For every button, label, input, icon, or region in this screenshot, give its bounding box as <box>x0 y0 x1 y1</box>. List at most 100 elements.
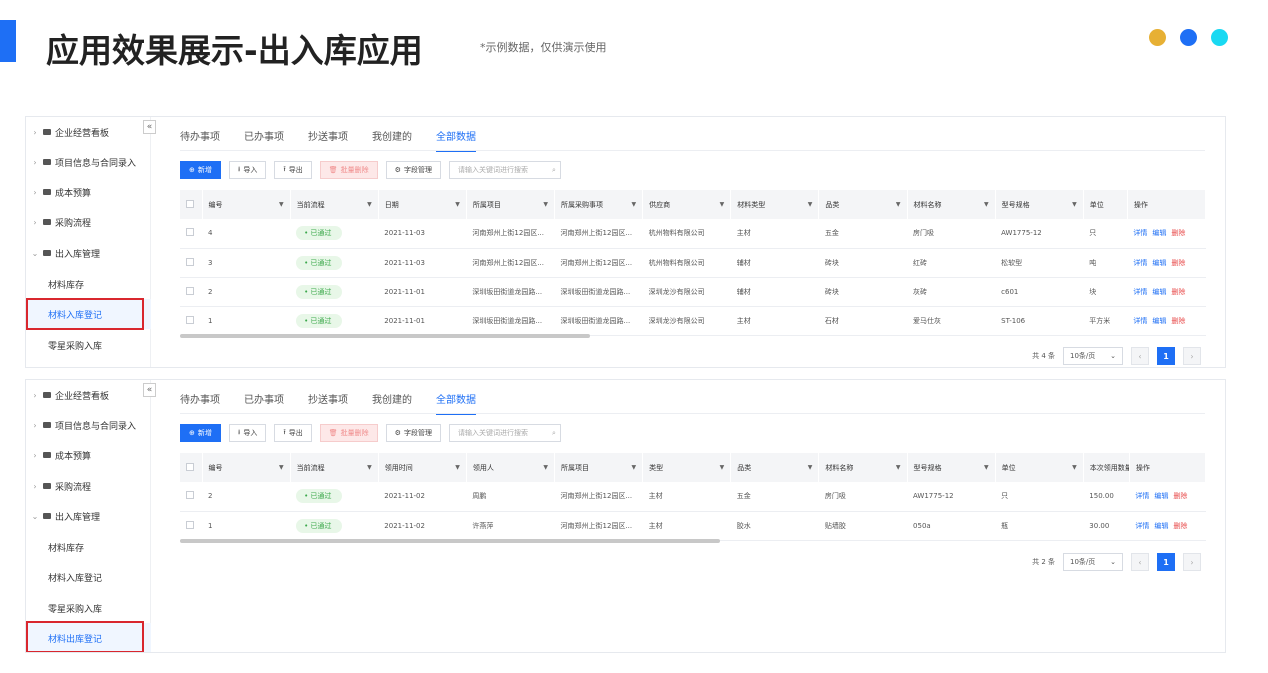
add-button[interactable]: ⊕ 新增 <box>180 424 221 442</box>
col-header[interactable]: 类型 ▼ <box>642 453 732 482</box>
tab-mine[interactable]: 我创建的 <box>372 125 412 152</box>
col-header[interactable]: 当前流程 ▼ <box>290 453 379 482</box>
sidebar-item-cost-budget[interactable]: › 成本预算 <box>26 440 151 470</box>
sidebar-item-dashboard[interactable]: › 企业经营看板 <box>26 117 151 147</box>
tab-all[interactable]: 全部数据 <box>436 388 476 415</box>
edit-link[interactable]: 编辑 <box>1152 229 1166 237</box>
col-header[interactable]: 本次领用数量 <box>1083 453 1130 482</box>
sidebar-item-warehouse[interactable]: ⌄ 出入库管理 <box>26 238 151 268</box>
col-header[interactable]: 单位 ▼ <box>995 453 1084 482</box>
delete-link[interactable]: 删除 <box>1171 317 1185 325</box>
edit-link[interactable]: 编辑 <box>1152 288 1166 296</box>
delete-link[interactable]: 删除 <box>1173 492 1187 500</box>
sidebar-item-cost-budget[interactable]: › 成本预算 <box>26 177 151 207</box>
batch-delete-button[interactable]: 🗑 批量删除 <box>319 161 378 179</box>
detail-link[interactable]: 详情 <box>1135 492 1149 500</box>
col-header[interactable]: 材料名称 ▼ <box>907 190 996 219</box>
col-header[interactable]: 所属项目 ▼ <box>466 190 556 219</box>
edit-link[interactable]: 编辑 <box>1154 492 1168 500</box>
detail-link[interactable]: 详情 <box>1133 317 1147 325</box>
page-size-select[interactable]: 10条/页 ⌄ <box>1063 347 1123 365</box>
col-header[interactable]: 编号 ▼ <box>202 190 291 219</box>
field-manage-button[interactable]: ⚙ 字段管理 <box>385 161 441 179</box>
field-manage-button[interactable]: ⚙ 字段管理 <box>385 424 441 442</box>
table-row[interactable]: 2 • 已通过 2021-11-02 周鹏 河南郑州上街12园区... 主材 五… <box>180 482 1206 512</box>
row-checkbox[interactable] <box>180 306 203 336</box>
detail-link[interactable]: 详情 <box>1133 259 1147 267</box>
add-button[interactable]: ⊕ 新增 <box>180 161 221 179</box>
col-header[interactable]: 单位 <box>1083 190 1128 219</box>
sidebar-item-dashboard[interactable]: › 企业经营看板 <box>26 380 151 410</box>
edit-link[interactable]: 编辑 <box>1152 259 1166 267</box>
sidebar-item-project-contract[interactable]: › 项目信息与合同录入 <box>26 147 151 177</box>
table-row[interactable]: 4 • 已通过 2021-11-03 河南郑州上街12园区... 河南郑州上街1… <box>180 219 1206 249</box>
col-header[interactable]: 供应商 ▼ <box>642 190 732 219</box>
detail-link[interactable]: 详情 <box>1133 229 1147 237</box>
export-button[interactable]: ⭱ 导出 <box>274 424 312 442</box>
tab-done[interactable]: 已办事项 <box>244 388 284 415</box>
sidebar-item-sporadic[interactable]: 零星采购入库 <box>26 330 151 360</box>
col-header[interactable]: 品类 ▼ <box>818 190 908 219</box>
tab-done[interactable]: 已办事项 <box>244 125 284 152</box>
delete-link[interactable]: 删除 <box>1173 522 1187 530</box>
search-input[interactable]: 请输入关键词进行搜索 ⌕ <box>448 161 561 179</box>
col-header[interactable]: 日期 ▼ <box>378 190 467 219</box>
table-row[interactable]: 1 • 已通过 2021-11-02 许燕萍 河南郑州上街12园区... 主材 … <box>180 511 1206 541</box>
detail-link[interactable]: 详情 <box>1133 288 1147 296</box>
edit-link[interactable]: 编辑 <box>1154 522 1168 530</box>
sidebar-item-inventory[interactable]: 材料库存 <box>26 532 151 562</box>
search-input[interactable]: 请输入关键词进行搜索 ⌕ <box>448 424 561 442</box>
sidebar-item-warehouse[interactable]: ⌄ 出入库管理 <box>26 501 151 531</box>
delete-link[interactable]: 删除 <box>1171 288 1185 296</box>
horizontal-scrollbar[interactable] <box>180 334 590 338</box>
horizontal-scrollbar[interactable] <box>180 539 720 543</box>
col-header[interactable]: 领用人 ▼ <box>466 453 556 482</box>
col-header[interactable]: 型号规格 ▼ <box>995 190 1084 219</box>
delete-link[interactable]: 删除 <box>1171 229 1185 237</box>
col-header[interactable]: 所属采购事项 ▼ <box>554 190 644 219</box>
tab-cc[interactable]: 抄送事项 <box>308 125 348 152</box>
sidebar-item-inventory[interactable]: 材料库存 <box>26 269 151 299</box>
next-page-button[interactable]: › <box>1183 347 1201 365</box>
table-row[interactable]: 1 • 已通过 2021-11-01 深圳坂田街道龙园路... 深圳坂田街道龙园… <box>180 306 1206 336</box>
edit-link[interactable]: 编辑 <box>1152 317 1166 325</box>
row-checkbox[interactable] <box>180 219 203 249</box>
sidebar-item-project-contract[interactable]: › 项目信息与合同录入 <box>26 410 151 440</box>
page-1-button[interactable]: 1 <box>1157 347 1175 365</box>
sidebar-item-inbound[interactable]: 材料入库登记 <box>26 562 151 592</box>
page-size-select[interactable]: 10条/页 ⌄ <box>1063 553 1123 571</box>
next-page-button[interactable]: › <box>1183 553 1201 571</box>
col-header[interactable]: 领用时间 ▼ <box>378 453 467 482</box>
sidebar-item-purchase[interactable]: › 采购流程 <box>26 471 151 501</box>
batch-delete-button[interactable]: 🗑 批量删除 <box>319 424 378 442</box>
select-all-checkbox[interactable] <box>180 453 203 482</box>
import-button[interactable]: ⭳ 导入 <box>228 161 267 179</box>
import-button[interactable]: ⭳ 导入 <box>228 424 267 442</box>
tab-todo[interactable]: 待办事项 <box>180 125 220 152</box>
tab-all[interactable]: 全部数据 <box>436 125 476 152</box>
table-row[interactable]: 3 • 已通过 2021-11-03 河南郑州上街12园区... 河南郑州上街1… <box>180 248 1206 278</box>
col-header[interactable]: 当前流程 ▼ <box>290 190 379 219</box>
prev-page-button[interactable]: ‹ <box>1131 553 1149 571</box>
collapse-sidebar-button[interactable]: « <box>143 383 156 397</box>
page-1-button[interactable]: 1 <box>1157 553 1175 571</box>
export-button[interactable]: ⭱ 导出 <box>274 161 312 179</box>
tab-mine[interactable]: 我创建的 <box>372 388 412 415</box>
table-row[interactable]: 2 • 已通过 2021-11-01 深圳坂田街道龙园路... 深圳坂田街道龙园… <box>180 277 1206 307</box>
tab-cc[interactable]: 抄送事项 <box>308 388 348 415</box>
prev-page-button[interactable]: ‹ <box>1131 347 1149 365</box>
row-checkbox[interactable] <box>180 248 203 278</box>
col-header[interactable]: 编号 ▼ <box>202 453 291 482</box>
delete-link[interactable]: 删除 <box>1171 259 1185 267</box>
sidebar-item-purchase[interactable]: › 采购流程 <box>26 207 151 237</box>
col-header[interactable]: 材料名称 ▼ <box>818 453 908 482</box>
row-checkbox[interactable] <box>180 277 203 307</box>
col-header[interactable]: 型号规格 ▼ <box>907 453 996 482</box>
detail-link[interactable]: 详情 <box>1135 522 1149 530</box>
tab-todo[interactable]: 待办事项 <box>180 388 220 415</box>
row-checkbox[interactable] <box>180 511 203 541</box>
col-header[interactable]: 所属项目 ▼ <box>554 453 644 482</box>
col-header[interactable]: 品类 ▼ <box>730 453 820 482</box>
collapse-sidebar-button[interactable]: « <box>143 120 156 134</box>
col-header[interactable]: 材料类型 ▼ <box>730 190 820 219</box>
